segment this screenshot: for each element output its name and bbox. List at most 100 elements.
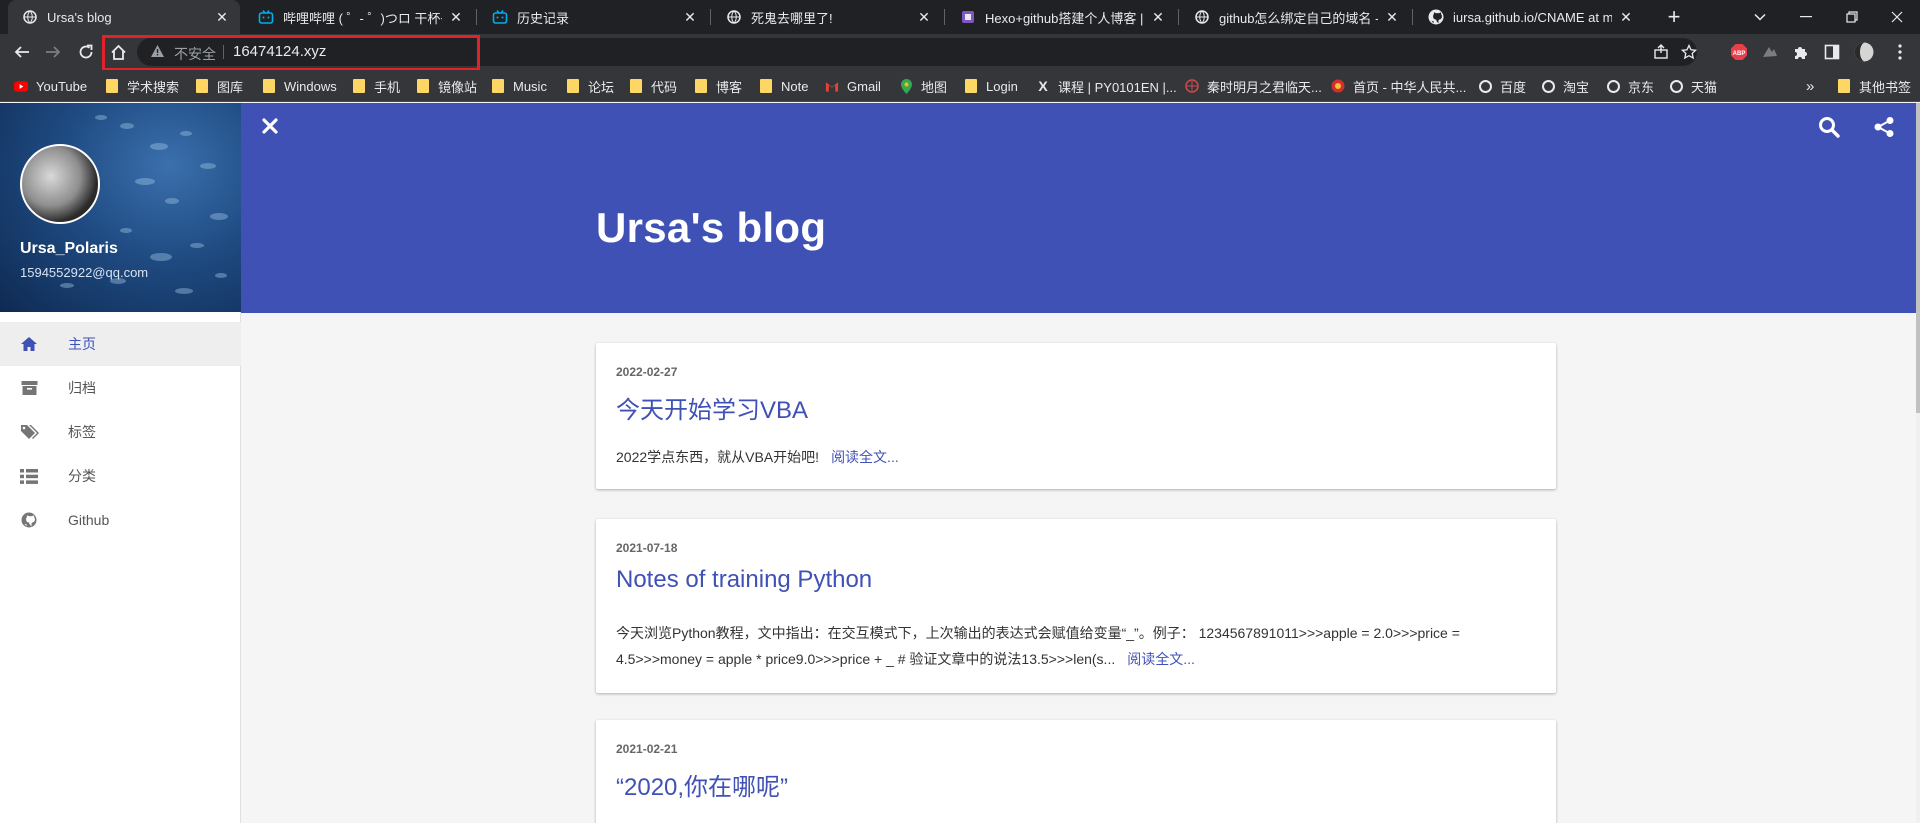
tab-hexo[interactable]: Hexo+github搭建个人博客 | 武 ✕ <box>946 0 1176 34</box>
extension-icon[interactable] <box>1760 42 1780 62</box>
tab-sigui[interactable]: 死鬼去哪里了! ✕ <box>712 0 942 34</box>
x-icon: X <box>1038 78 1048 94</box>
bookmark-course[interactable]: X 课程 | PY0101EN |... <box>1036 76 1177 96</box>
post-excerpt: 今天浏览Python教程，文中指出：在交互模式下，上次输出的表达式会赋值给变量“… <box>616 620 1536 672</box>
folder-icon <box>629 79 643 93</box>
tab-history[interactable]: 历史记录 ✕ <box>478 0 708 34</box>
forward-button[interactable] <box>41 40 65 64</box>
post-excerpt-text: 2022学点东西，就从VBA开始吧! <box>616 449 820 465</box>
bookmark-label: Music <box>513 78 547 94</box>
close-sidebar-button[interactable] <box>260 116 280 136</box>
sidebar-item-categories[interactable]: 分类 <box>0 454 241 498</box>
bookmark-taobao[interactable]: 淘宝 <box>1541 76 1589 96</box>
sidepanel-icon[interactable] <box>1822 42 1842 62</box>
scrollbar-thumb[interactable] <box>1916 103 1920 413</box>
bookmark-youtube[interactable]: YouTube <box>14 76 87 96</box>
adblock-icon[interactable]: ABP <box>1729 42 1749 62</box>
bookmark-label: 秦时明月之君临天... <box>1207 79 1322 95</box>
share-page-icon[interactable] <box>1651 42 1671 62</box>
sidebar-item-github[interactable]: Github <box>0 498 241 542</box>
new-tab-button[interactable]: + <box>1661 4 1687 30</box>
list-icon <box>19 466 39 486</box>
youtube-icon <box>14 79 28 93</box>
page-scrollbar[interactable] <box>1916 103 1920 823</box>
bookmark-folder[interactable]: 博客 <box>694 76 742 96</box>
bookmark-folder[interactable]: Note <box>759 76 808 96</box>
profile-avatar[interactable] <box>1854 42 1874 62</box>
close-icon[interactable]: ✕ <box>1150 9 1166 25</box>
bookmark-baidu[interactable]: 百度 <box>1478 76 1526 96</box>
folder-icon <box>566 79 580 93</box>
post-title[interactable]: “2020,你在哪呢” <box>616 767 788 802</box>
search-button[interactable] <box>1818 116 1840 138</box>
read-more-link[interactable]: 阅读全文... <box>1127 651 1195 667</box>
maps-icon <box>899 78 913 94</box>
github-icon <box>1428 9 1444 25</box>
close-icon[interactable]: ✕ <box>1618 9 1634 25</box>
bookmarks-bar: YouTube 学术搜索 图库 Windows 手机 镜像站 Music 论坛 … <box>0 70 1920 102</box>
bookmark-label: 论坛 <box>588 79 615 95</box>
close-icon[interactable]: ✕ <box>214 9 230 25</box>
share-button[interactable] <box>1873 116 1895 138</box>
bookmark-maps[interactable]: 地图 <box>899 76 947 96</box>
globe-icon <box>1606 79 1620 93</box>
back-button[interactable] <box>10 40 34 64</box>
restore-button[interactable] <box>1829 0 1875 34</box>
tab-cname[interactable]: iursa.github.io/CNAME at ma ✕ <box>1414 0 1644 34</box>
bookmark-folder[interactable]: 手机 <box>352 76 400 96</box>
puzzle-icon[interactable] <box>1791 42 1811 62</box>
bookmark-folder[interactable]: 代码 <box>629 76 677 96</box>
sidebar-item-label: 分类 <box>68 468 96 484</box>
bookmark-gov[interactable]: 首页 - 中华人民共... <box>1331 76 1466 96</box>
profile-email[interactable]: 1594552922@qq.com <box>20 265 148 280</box>
folder-icon <box>491 79 505 93</box>
tab-github-domain[interactable]: github怎么绑定自己的域名 - 爱 ✕ <box>1180 0 1410 34</box>
tab-title: 历史记录 <box>517 10 570 26</box>
bookmark-label: 地图 <box>921 79 948 95</box>
bookmark-label: 京东 <box>1628 79 1655 95</box>
folder-icon <box>105 79 119 93</box>
post-title[interactable]: Notes of training Python <box>616 566 872 594</box>
tab-ursas-blog[interactable]: Ursa's blog ✕ <box>8 0 240 34</box>
kebab-menu-icon[interactable] <box>1890 42 1910 62</box>
close-icon[interactable]: ✕ <box>1384 9 1400 25</box>
post-title[interactable]: 今天开始学习VBA <box>616 390 808 425</box>
tab-bilibili[interactable]: 哔哩哔哩 ( ゜- ゜)つロ 干杯~-bili ✕ <box>244 0 474 34</box>
sidebar: Ursa_Polaris 1594552922@qq.com 主页 归档 标签 … <box>0 103 241 823</box>
bookmark-folder[interactable]: Music <box>491 76 547 96</box>
close-icon[interactable]: ✕ <box>682 9 698 25</box>
bookmark-label: 课程 | PY0101EN |... <box>1058 79 1177 95</box>
bookmark-folder[interactable]: Login <box>964 76 1018 96</box>
bookmarks-overflow-button[interactable]: » <box>1806 76 1814 96</box>
star-icon[interactable] <box>1679 42 1699 62</box>
tab-title: iursa.github.io/CNAME at ma <box>1453 9 1612 25</box>
tab-search-button[interactable] <box>1737 0 1783 34</box>
sidebar-item-archive[interactable]: 归档 <box>0 366 241 410</box>
sidebar-item-home[interactable]: 主页 <box>0 322 241 366</box>
post-card: 2022-02-27 今天开始学习VBA 2022学点东西，就从VBA开始吧! 阅… <box>596 343 1556 489</box>
home-icon <box>19 334 39 354</box>
close-icon <box>1891 11 1903 23</box>
bookmark-tmall[interactable]: 天猫 <box>1669 76 1717 96</box>
sidebar-item-label: 主页 <box>68 336 96 352</box>
other-bookmarks[interactable]: 其他书签 <box>1837 76 1911 96</box>
bookmark-folder[interactable]: 图库 <box>195 76 243 96</box>
close-icon[interactable]: ✕ <box>916 9 932 25</box>
bookmark-gmail[interactable]: Gmail <box>825 76 881 96</box>
bookmark-folder[interactable]: 论坛 <box>566 76 614 96</box>
reload-button[interactable] <box>74 40 98 64</box>
post-date: 2021-07-18 <box>616 541 678 555</box>
window-close-button[interactable] <box>1874 0 1920 34</box>
avatar[interactable] <box>20 144 100 224</box>
bookmark-folder[interactable]: 镜像站 <box>416 76 477 96</box>
search-icon <box>1819 117 1840 138</box>
bookmark-folder[interactable]: Windows <box>262 76 337 96</box>
bookmark-folder[interactable]: 学术搜索 <box>105 76 179 96</box>
bookmark-label: 代码 <box>651 79 678 95</box>
close-icon[interactable]: ✕ <box>448 9 464 25</box>
sidebar-item-tags[interactable]: 标签 <box>0 410 241 454</box>
minimize-button[interactable] <box>1783 0 1829 34</box>
bookmark-qinshi[interactable]: 秦时明月之君临天... <box>1185 76 1322 96</box>
read-more-link[interactable]: 阅读全文... <box>831 449 899 465</box>
bookmark-jd[interactable]: 京东 <box>1606 76 1654 96</box>
